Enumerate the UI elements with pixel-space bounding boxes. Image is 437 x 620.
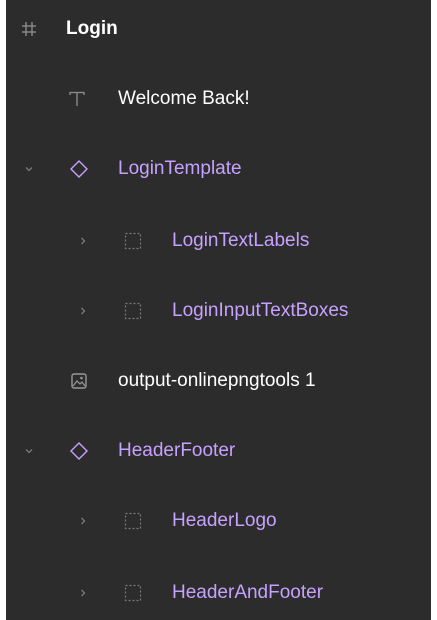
layer-label: HeaderFooter — [118, 440, 236, 461]
chevron-right-icon[interactable] — [78, 306, 88, 316]
layer-row-welcome-text[interactable]: Welcome Back! — [6, 74, 431, 124]
dashed-frame-icon — [122, 510, 144, 532]
layer-row-login-input-text-boxes[interactable]: LoginInputTextBoxes — [6, 286, 431, 336]
text-icon — [66, 88, 88, 110]
layer-row-output-image[interactable]: output-onlinepngtools 1 — [6, 356, 431, 406]
layer-label: output-onlinepngtools 1 — [118, 370, 316, 391]
dashed-frame-icon — [122, 230, 144, 252]
chevron-down-icon[interactable] — [24, 164, 34, 174]
layer-row-login[interactable]: Login — [6, 4, 431, 54]
component-diamond-icon — [68, 158, 90, 180]
layer-label: Login — [66, 18, 118, 39]
chevron-right-icon[interactable] — [78, 516, 88, 526]
layer-label: Welcome Back! — [118, 88, 250, 109]
layer-row-login-text-labels[interactable]: LoginTextLabels — [6, 216, 431, 266]
component-diamond-icon — [68, 440, 90, 462]
chevron-down-icon[interactable] — [24, 446, 34, 456]
chevron-right-icon[interactable] — [78, 588, 88, 598]
layer-label: LoginTemplate — [118, 158, 242, 179]
layer-label: HeaderLogo — [172, 510, 277, 531]
dashed-frame-icon — [122, 582, 144, 604]
dashed-frame-icon — [122, 300, 144, 322]
image-icon — [68, 370, 90, 392]
chevron-right-icon[interactable] — [78, 236, 88, 246]
frame-hash-icon — [18, 18, 40, 40]
layer-row-header-and-footer[interactable]: HeaderAndFooter — [6, 568, 431, 618]
layer-row-header-footer[interactable]: HeaderFooter — [6, 426, 431, 476]
layer-label: LoginTextLabels — [172, 230, 310, 251]
layer-label: HeaderAndFooter — [172, 582, 324, 603]
layer-label: LoginInputTextBoxes — [172, 300, 349, 321]
layers-panel: Login Welcome Back! LoginTemplate LoginT… — [6, 0, 431, 620]
layer-row-login-template[interactable]: LoginTemplate — [6, 144, 431, 194]
layer-row-header-logo[interactable]: HeaderLogo — [6, 496, 431, 546]
